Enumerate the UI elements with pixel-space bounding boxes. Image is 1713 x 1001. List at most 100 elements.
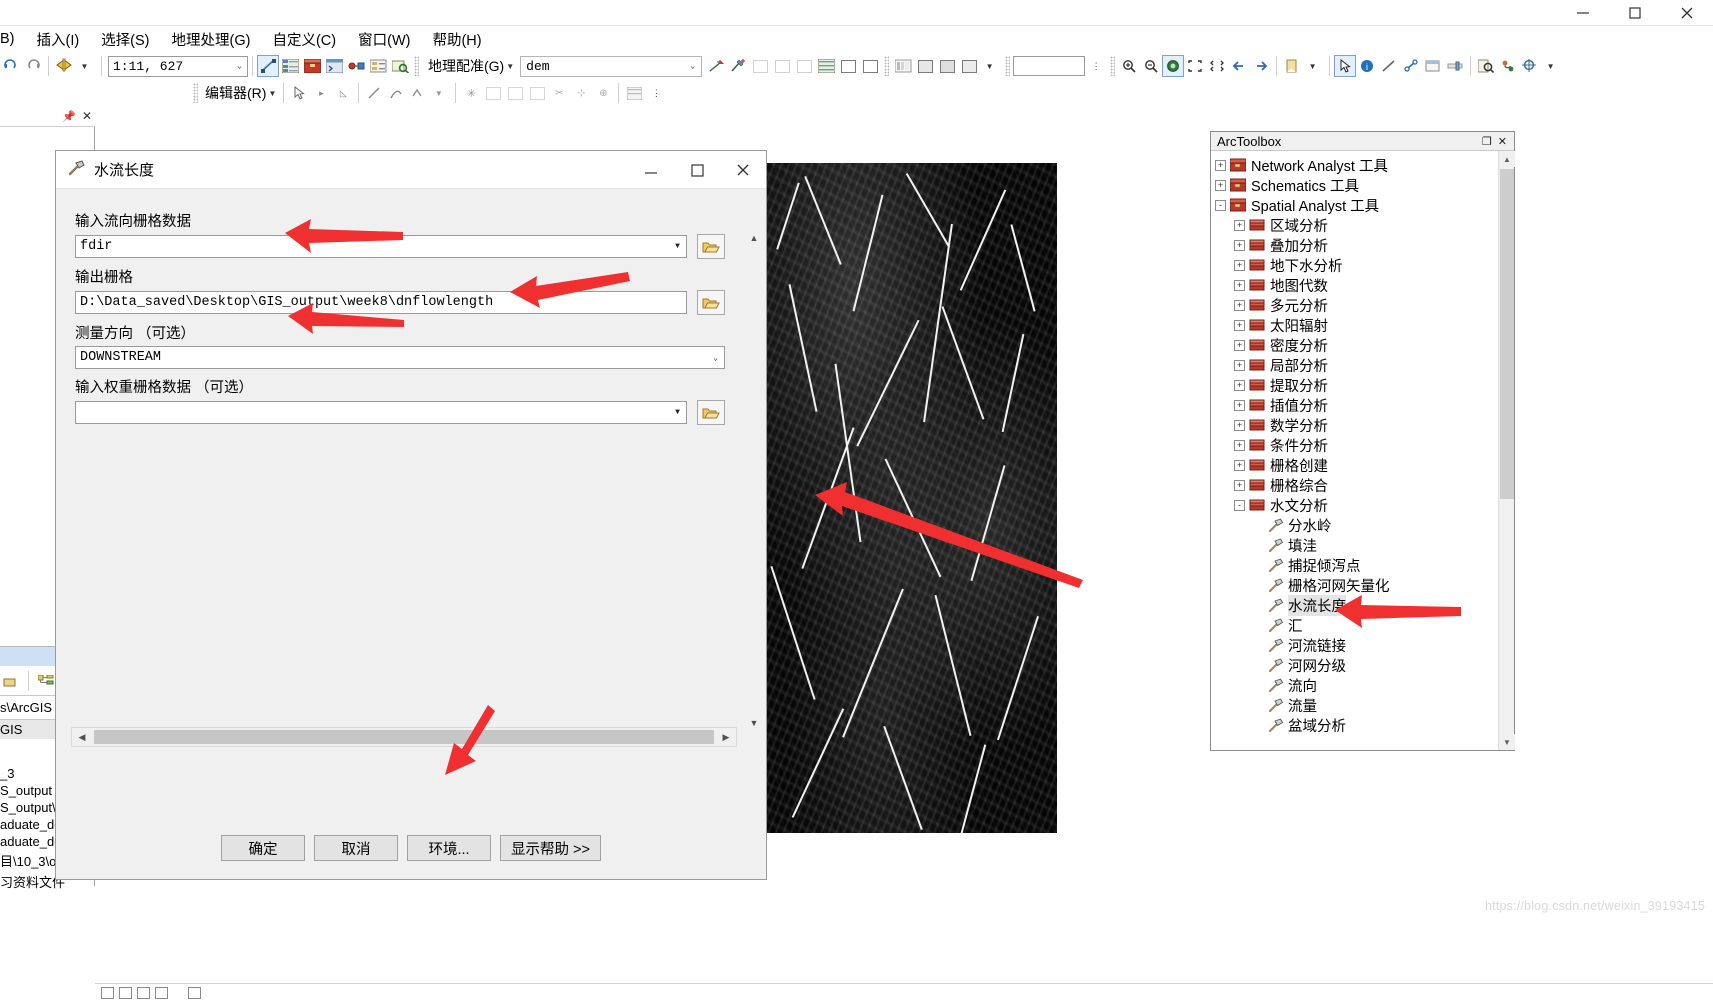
expand-icon[interactable]: + [1234, 339, 1245, 351]
toolbox-tree-item[interactable]: 盆域分析 [1211, 715, 1498, 735]
toolbox-tree-item[interactable]: + 多元分析 [1211, 295, 1498, 315]
input-flow-direction-raster-combo[interactable]: fdir ▼ [75, 235, 687, 258]
georeferencing-menu[interactable]: 地理配准(G) [422, 56, 506, 76]
expand-icon[interactable]: + [1234, 439, 1245, 451]
scroll-thumb[interactable] [94, 730, 714, 744]
html-popup-icon[interactable] [1422, 55, 1444, 77]
zoom-to-link-icon[interactable] [771, 55, 793, 77]
expand-icon[interactable]: + [1234, 219, 1245, 231]
expand-icon[interactable]: + [1234, 239, 1245, 251]
attribute-table-icon[interactable] [279, 55, 301, 77]
chevron-down-icon[interactable]: ▼ [669, 236, 686, 257]
toolbox-tree-item[interactable]: - Spatial Analyst 工具 [1211, 195, 1498, 215]
scroll-up-icon[interactable]: ▲ [744, 228, 764, 248]
toolbox-tree-item[interactable]: + Network Analyst 工具 [1211, 155, 1498, 175]
fixed-zoom-icon[interactable] [1206, 55, 1228, 77]
scroll-left-icon[interactable] [188, 986, 201, 999]
toolbox-tree-item[interactable]: + 密度分析 [1211, 335, 1498, 355]
forward-extent-icon[interactable] [1250, 55, 1272, 77]
input-weight-raster-combo[interactable]: ▼ [75, 401, 687, 424]
toolbox-tree-item[interactable]: 捕捉倾泻点 [1211, 555, 1498, 575]
transparency-icon[interactable] [936, 55, 958, 77]
pin-icon[interactable]: 📌 [62, 110, 76, 123]
toolbox-tree-item[interactable]: + 插值分析 [1211, 395, 1498, 415]
minimize-icon[interactable] [1557, 0, 1609, 26]
hyperlink-icon[interactable] [1400, 55, 1422, 77]
straight-segment-icon[interactable] [363, 82, 385, 104]
full-extent-icon[interactable] [1184, 55, 1206, 77]
close-icon[interactable]: ✕ [1495, 135, 1510, 148]
close-icon[interactable] [1661, 0, 1713, 26]
georeferencing-dropdown-icon[interactable]: ▼ [506, 62, 517, 71]
toolbox-tree-item[interactable]: - 水文分析 [1211, 495, 1498, 515]
effects-dropdown-icon[interactable]: ▼ [980, 55, 1002, 77]
add-data-icon[interactable] [53, 55, 75, 77]
expand-icon[interactable]: + [1234, 359, 1245, 371]
editor-dropdown-icon[interactable]: ▼ [268, 89, 279, 98]
add-data-dropdown-icon[interactable]: ▼ [75, 55, 97, 77]
show-help-button[interactable]: 显示帮助 >> [500, 835, 601, 861]
chevron-down-icon[interactable]: ⌄ [690, 61, 698, 71]
select-elements-icon[interactable] [1334, 55, 1357, 77]
arctoolbox-window-icon[interactable] [301, 55, 323, 77]
maximize-icon[interactable]: ❐ [1479, 135, 1495, 148]
scroll-right-icon[interactable]: ▶ [716, 728, 736, 746]
direction-of-measurement-select[interactable]: DOWNSTREAM ⌄ [75, 346, 725, 369]
attribute-window-icon[interactable] [623, 82, 645, 104]
toolbox-tree-item[interactable]: 水流长度 [1211, 594, 1498, 616]
overflow-icon[interactable]: ⋮ [1085, 55, 1107, 77]
expand-icon[interactable]: + [1234, 419, 1245, 431]
add-control-points-icon[interactable] [705, 55, 727, 77]
catalog-window-icon[interactable] [367, 55, 389, 77]
edit-tool-icon[interactable] [288, 82, 310, 104]
toolbox-tree-item[interactable]: + 地下水分析 [1211, 255, 1498, 275]
toolbox-tree-item[interactable]: 填洼 [1211, 535, 1498, 555]
trace-icon[interactable] [407, 82, 429, 104]
rectify-icon[interactable] [837, 55, 859, 77]
toolbox-tree-item[interactable]: + 栅格综合 [1211, 475, 1498, 495]
scroll-up-icon[interactable]: ▲ [1499, 151, 1515, 167]
toolbox-tree-item[interactable]: + 叠加分析 [1211, 235, 1498, 255]
toolbox-tree-item[interactable]: + 局部分析 [1211, 355, 1498, 375]
construction-dropdown-icon[interactable]: ▼ [429, 82, 451, 104]
redo-icon[interactable] [22, 55, 44, 77]
toolbox-tree-item[interactable]: 流量 [1211, 695, 1498, 715]
maximize-icon[interactable] [1609, 0, 1661, 26]
toolbox-tree-item[interactable]: 河流链接 [1211, 635, 1498, 655]
dialog-vertical-scrollbar[interactable]: ▲ ▼ [744, 228, 764, 733]
expand-icon[interactable]: + [1234, 319, 1245, 331]
text-entry-field[interactable] [1013, 56, 1086, 76]
browse-input-flow-direction-button[interactable] [697, 234, 725, 259]
scroll-thumb[interactable] [1500, 169, 1514, 499]
menu-item-insert[interactable]: 插入(I) [26, 26, 91, 53]
measure-icon[interactable] [1378, 55, 1400, 77]
scroll-down-icon[interactable]: ▼ [744, 713, 764, 733]
expand-icon[interactable]: + [1234, 299, 1245, 311]
map-scale-combo[interactable]: 1:11, 627 ⌄ [108, 55, 248, 77]
back-extent-icon[interactable] [1228, 55, 1250, 77]
menu-item-windows[interactable]: 窗口(W) [347, 26, 421, 53]
expand-icon[interactable]: + [1215, 179, 1226, 191]
go-xy-dropdown-icon[interactable]: ▼ [1541, 55, 1563, 77]
browse-output-raster-button[interactable] [697, 290, 725, 315]
bookmarks-dropdown-icon[interactable]: ▼ [1303, 55, 1325, 77]
split-icon[interactable]: ⊹ [570, 82, 592, 104]
find-route-icon[interactable] [1497, 55, 1519, 77]
toolbox-tree-item[interactable]: + 条件分析 [1211, 435, 1498, 455]
arctoolbox-scrollbar[interactable]: ▲ ▼ [1498, 151, 1515, 750]
menu-item-geoprocessing[interactable]: 地理处理(G) [161, 26, 262, 53]
editor-menu[interactable]: 编辑器(R) [201, 83, 268, 103]
expand-icon[interactable]: + [1234, 399, 1245, 411]
catalog-tree-icon[interactable] [37, 670, 57, 692]
toolbox-tree-item[interactable]: + 数学分析 [1211, 415, 1498, 435]
find-icon[interactable] [1475, 55, 1497, 77]
editor-overflow-icon[interactable]: ⋮ [645, 82, 667, 104]
toolbox-tree-item[interactable]: + 区域分析 [1211, 215, 1498, 235]
menu-item-help[interactable]: 帮助(H) [421, 26, 492, 53]
link-table-icon[interactable] [749, 55, 771, 77]
edit-vertices-icon[interactable]: ◺ [332, 82, 354, 104]
update-georef-icon[interactable] [859, 55, 881, 77]
time-slider-icon[interactable] [1444, 55, 1466, 77]
expand-icon[interactable]: + [1234, 259, 1245, 271]
toolbox-tree-item[interactable]: 汇 [1211, 615, 1498, 635]
